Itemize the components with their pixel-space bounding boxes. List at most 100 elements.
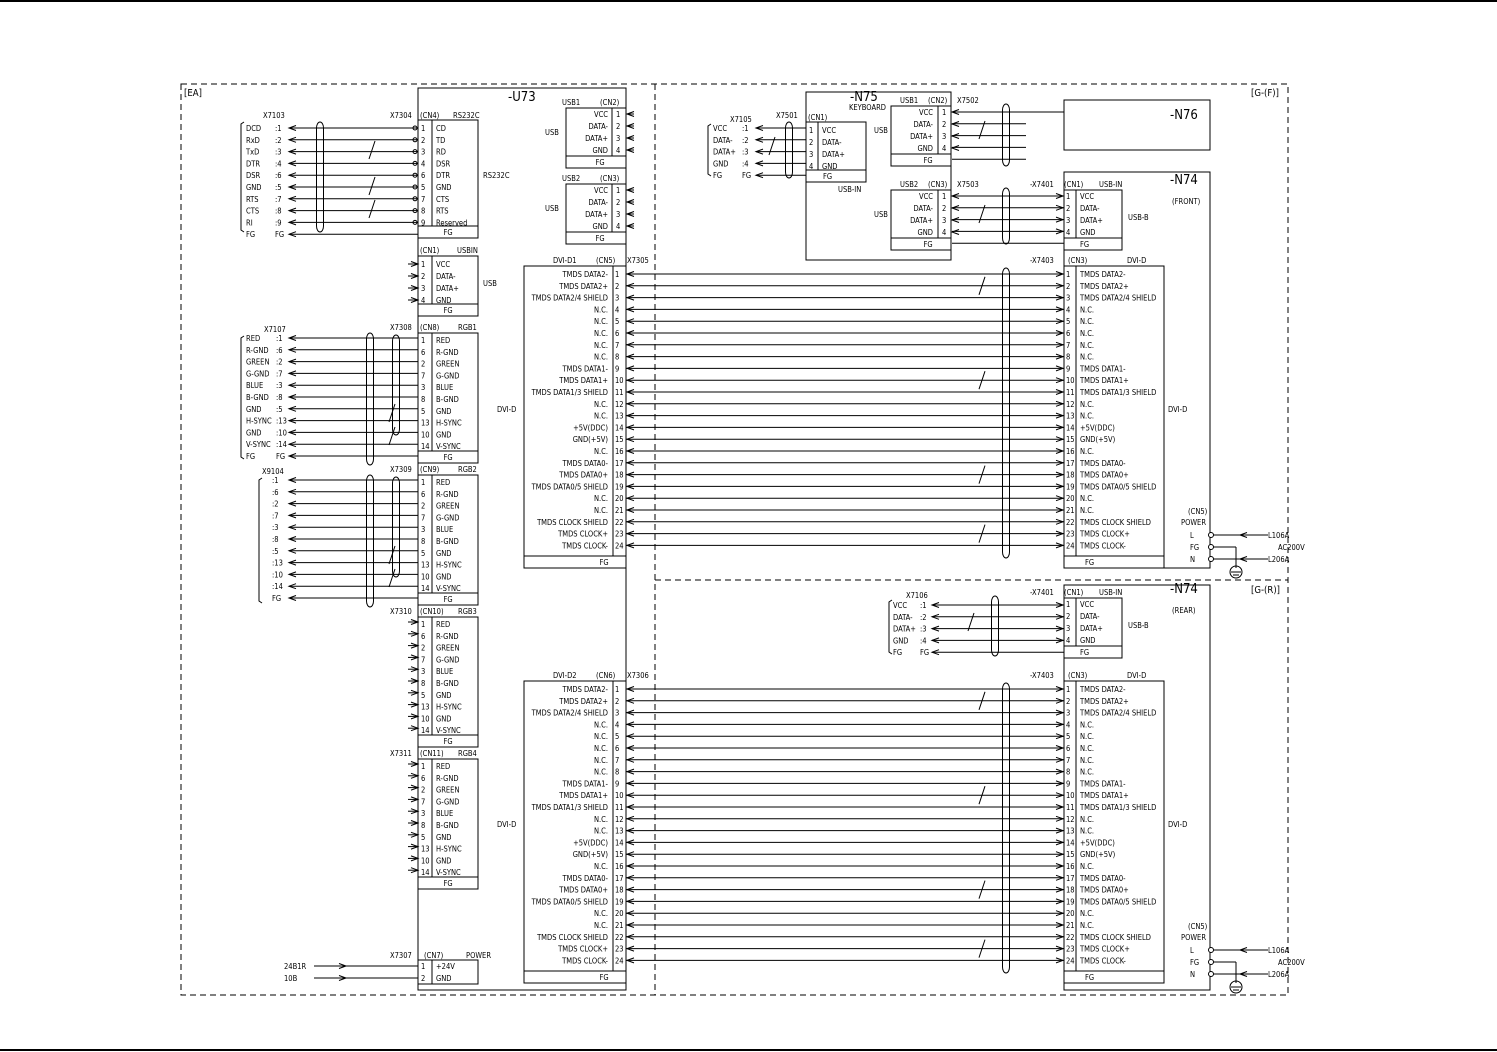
rgb4-pin-name: B-GND [436, 821, 459, 830]
rgb2-ext-x: X9104 [262, 467, 284, 476]
twist-mark [388, 426, 396, 446]
rs232-pin-name: DSR [436, 159, 450, 168]
rs232-pin-num: 2 [421, 136, 425, 145]
n74f-dvi-pin-num: 2 [1066, 282, 1070, 291]
n74f-dvi-pin-num: 18 [1066, 471, 1075, 480]
n74r-dvi-pin-num: 4 [1066, 720, 1070, 729]
dvi2-pin-num: 11 [615, 803, 624, 812]
rs232-ext-x: X7103 [263, 111, 285, 120]
rgb1-pin-name: B-GND [436, 395, 459, 404]
rs232-pin-num: 7 [421, 195, 425, 204]
dvi1-pin-name: TMDS CLOCK- [561, 541, 608, 550]
n74r-usb-side: USB-B [1128, 621, 1149, 630]
power-ext: 10B [284, 974, 298, 983]
rgb2-ext-pin: :14 [272, 582, 283, 591]
rs232-ext-pin: FG [275, 230, 284, 239]
rgb2-pin-name: GND [436, 572, 451, 581]
rs232-ext-sig: RI [246, 218, 253, 227]
u73-usb1-head: USB1 [562, 98, 580, 107]
dvi2-fg: FG [599, 973, 608, 982]
n74f-power-terminal [1208, 556, 1214, 562]
n74r-dvi-pin-name: N.C. [1080, 732, 1094, 741]
rgb2-pin-num: 8 [421, 537, 425, 546]
rs232-x: X7304 [390, 111, 412, 120]
n74r-dvi-pin-num: 13 [1066, 827, 1075, 836]
rgb3-pin-name: RED [436, 620, 450, 629]
rgb2-ext-pin: :8 [272, 535, 279, 544]
rgb1-ext-pin: :5 [276, 405, 283, 414]
u73-usb1-cn: (CN2) [600, 98, 620, 107]
u73-usb2-pin-num: 3 [616, 210, 620, 219]
n74f-dvi-pin-num: 24 [1066, 541, 1075, 550]
n74r-usb-name: USB-IN [1099, 588, 1122, 597]
rgb1-ext-sig: H-SYNC [246, 417, 272, 426]
rgb1-pin-num: 1 [421, 336, 425, 345]
n74f-power-cn: (CN5) [1188, 507, 1208, 516]
dvi2-pin-name: TMDS DATA2+ [558, 697, 608, 706]
dvi2-pin-num: 6 [615, 744, 619, 753]
dvi2-pin-num: 20 [615, 909, 624, 918]
u73-usb2-pin-num: 2 [616, 198, 620, 207]
n74r-dvi-fg: FG [1085, 973, 1094, 982]
n74r-power-terminal [1208, 971, 1214, 977]
n75-usb1-arrow [950, 145, 960, 151]
rgb2-ext-pin: FG [272, 594, 281, 603]
dvi2-head: DVI-D2 [553, 671, 577, 680]
n74r-dvi-pin-num: 12 [1066, 815, 1075, 824]
u73-usb1-pin-num: 3 [616, 134, 620, 143]
rgb1-pin-num: 13 [421, 419, 430, 428]
n74f-dvi-pin-num: 21 [1066, 506, 1075, 515]
n74f-dvi-pin-num: 22 [1066, 518, 1075, 527]
n74f-power-terminal [1208, 544, 1214, 550]
dvi2-pin-name: N.C. [594, 768, 608, 777]
n75-ext-pin: :1 [742, 124, 749, 133]
n74r-ext-sig: GND [893, 636, 908, 645]
dvi2-pin-num: 15 [615, 850, 624, 859]
rs232-ext-bracket [240, 121, 245, 233]
dvi2-pin-num: 21 [615, 921, 624, 930]
rgb3-pin-num: 7 [421, 655, 425, 664]
n75-usb1-x: X7502 [957, 96, 979, 105]
n74r-dvi-pin-name: TMDS CLOCK+ [1079, 945, 1130, 954]
n75-ext-pin: :3 [742, 148, 749, 157]
n74f-usb-pin-name: DATA+ [1080, 216, 1103, 225]
dvi1-pin-num: 8 [615, 353, 619, 362]
rgb1-pin-num: 3 [421, 383, 425, 392]
dvi1-pin-num: 19 [615, 482, 624, 491]
dvi1-pin-num: 20 [615, 494, 624, 503]
rgb1-pin-name: G-GND [436, 371, 459, 380]
n74r-power-terminal [1208, 947, 1214, 953]
n74f-dvi-pin-num: 13 [1066, 412, 1075, 421]
n74r-dvi-pin-name: TMDS CLOCK SHIELD [1079, 933, 1151, 942]
dvi1-fg: FG [599, 558, 608, 567]
rgb1-name: RGB1 [458, 323, 477, 332]
power-pin-name: +24V [436, 962, 455, 971]
rgb3-x: X7310 [390, 607, 412, 616]
dvi1-pin-name: TMDS DATA1- [561, 364, 608, 373]
dvi2-pin-num: 1 [615, 685, 619, 694]
power-name: POWER [466, 951, 491, 960]
dvi2-side: DVI-D [497, 820, 516, 829]
rgb3-pin-name: V-SYNC [436, 726, 461, 735]
rgb4-pin-name: GREEN [436, 786, 460, 795]
n74r-dvi-pin-num: 20 [1066, 909, 1075, 918]
n74r-dvi-pin-name: N.C. [1080, 720, 1094, 729]
rgb1-ext-sig: R-GND [246, 346, 269, 355]
u73-usb1-pin-num: 4 [616, 146, 620, 155]
n74r-dvi-pin-name: N.C. [1080, 744, 1094, 753]
dvi2-pin-name: TMDS DATA0- [561, 874, 608, 883]
n74r-dvi-pin-name: TMDS DATA2+ [1079, 697, 1129, 706]
n74f-dvi-pin-name: N.C. [1080, 494, 1094, 503]
n74r-dvi-pin-name: N.C. [1080, 909, 1094, 918]
n74r-usb-cn: (CN1) [1064, 588, 1084, 597]
u73-usb1-pin-name: VCC [594, 110, 608, 119]
rs232-fg: FG [443, 228, 452, 237]
rs232-pin-name: TD [435, 136, 445, 145]
rgb4-pin-name: V-SYNC [436, 868, 461, 877]
n74r-usb-pin-num: 2 [1066, 612, 1070, 621]
rs232-ext-pin: :1 [275, 124, 282, 133]
n75-usb2-pin-num: 1 [942, 192, 946, 201]
n74f-dvi-pin-num: 19 [1066, 482, 1075, 491]
rs232-ext-pin: :7 [275, 195, 282, 204]
rgb2-pin-num: 13 [421, 561, 430, 570]
